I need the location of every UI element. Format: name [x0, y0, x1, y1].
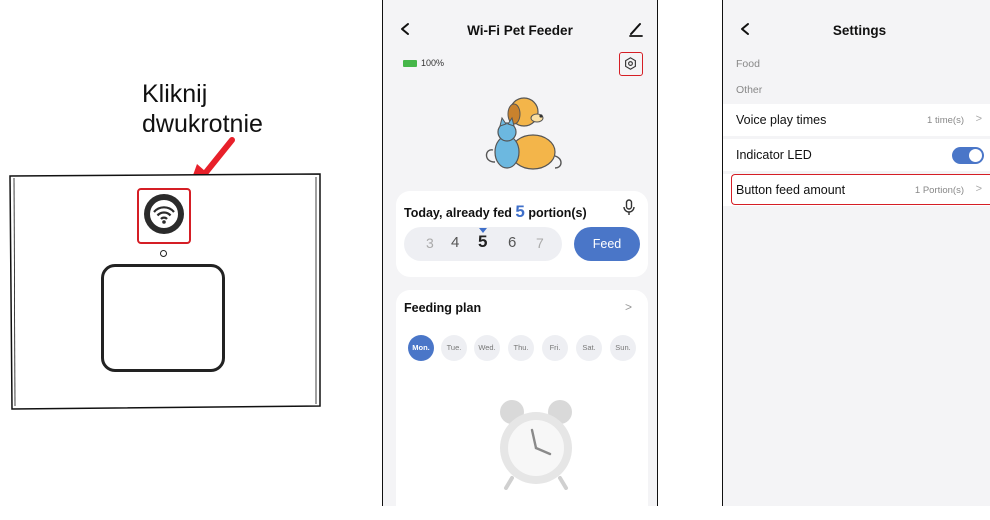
day-fri[interactable]: Fri. [542, 335, 568, 361]
portion-option[interactable]: 7 [536, 235, 544, 251]
day-thu[interactable]: Thu. [508, 335, 534, 361]
page-title: Wi-Fi Pet Feeder [467, 23, 573, 38]
voice-play-times-row[interactable]: Voice play times 1 time(s) > [723, 104, 990, 136]
portion-option-selected[interactable]: 5 [478, 232, 487, 252]
toggle-knob [969, 149, 982, 162]
pets-illustration [485, 97, 562, 170]
page-title: Settings [832, 23, 887, 38]
alarm-clock-icon [500, 400, 572, 490]
callout-arrow [9, 137, 321, 410]
section-other: Other [736, 84, 763, 96]
device-illustration: Kliknij dwukrotnie [0, 0, 360, 506]
wifi-button[interactable] [144, 194, 184, 234]
settings-screen: Settings Food Other Voice play times 1 t… [722, 0, 990, 506]
battery-level: 100% [421, 58, 445, 68]
microphone-icon[interactable] [622, 199, 636, 217]
portion-option[interactable]: 4 [451, 234, 459, 251]
battery-icon [403, 60, 417, 67]
feeder-screen: Wi-Fi Pet Feeder 100% Today, already fed… [382, 0, 658, 520]
day-sun[interactable]: Sun. [610, 335, 636, 361]
section-food: Food [736, 58, 760, 70]
row-label: Voice play times [736, 113, 827, 127]
feeding-plan-title: Feeding plan [404, 301, 482, 315]
portion-option[interactable]: 6 [508, 234, 516, 251]
feeder-topbar: Wi-Fi Pet Feeder [383, 0, 657, 60]
indicator-led-toggle[interactable] [952, 147, 984, 164]
chevron-right-icon: > [975, 113, 982, 125]
day-wed[interactable]: Wed. [474, 335, 500, 361]
indicator-led-row: Indicator LED [723, 139, 990, 171]
settings-button[interactable] [619, 52, 643, 76]
chevron-right-icon[interactable]: > [625, 300, 632, 314]
fed-summary: Today, already fed 5 portion(s) [404, 202, 587, 222]
button-feed-amount-highlight [731, 174, 990, 205]
fed-count: 5 [515, 202, 525, 221]
edit-icon[interactable] [627, 20, 645, 38]
portion-option[interactable]: 3 [426, 235, 434, 251]
day-mon[interactable]: Mon. [408, 335, 434, 361]
gear-icon [625, 57, 636, 70]
day-tue[interactable]: Tue. [441, 335, 467, 361]
day-sat[interactable]: Sat. [576, 335, 602, 361]
row-label: Indicator LED [736, 148, 812, 162]
fed-prefix: Today, already fed [404, 206, 516, 220]
fed-card: Today, already fed 5 portion(s) 3 4 5 6 … [396, 191, 648, 277]
feed-button[interactable]: Feed [574, 227, 640, 261]
feeding-plan-card[interactable]: Feeding plan > Mon. Tue. Wed. Thu. Fri. … [396, 290, 648, 520]
settings-topbar: Settings [723, 0, 990, 60]
feeder-lid [101, 264, 225, 372]
wifi-icon [153, 206, 175, 224]
portion-picker[interactable]: 3 4 5 6 7 [404, 227, 562, 261]
row-value: 1 time(s) [927, 115, 964, 126]
indicator-led [160, 250, 167, 257]
fed-suffix: portion(s) [524, 206, 587, 220]
